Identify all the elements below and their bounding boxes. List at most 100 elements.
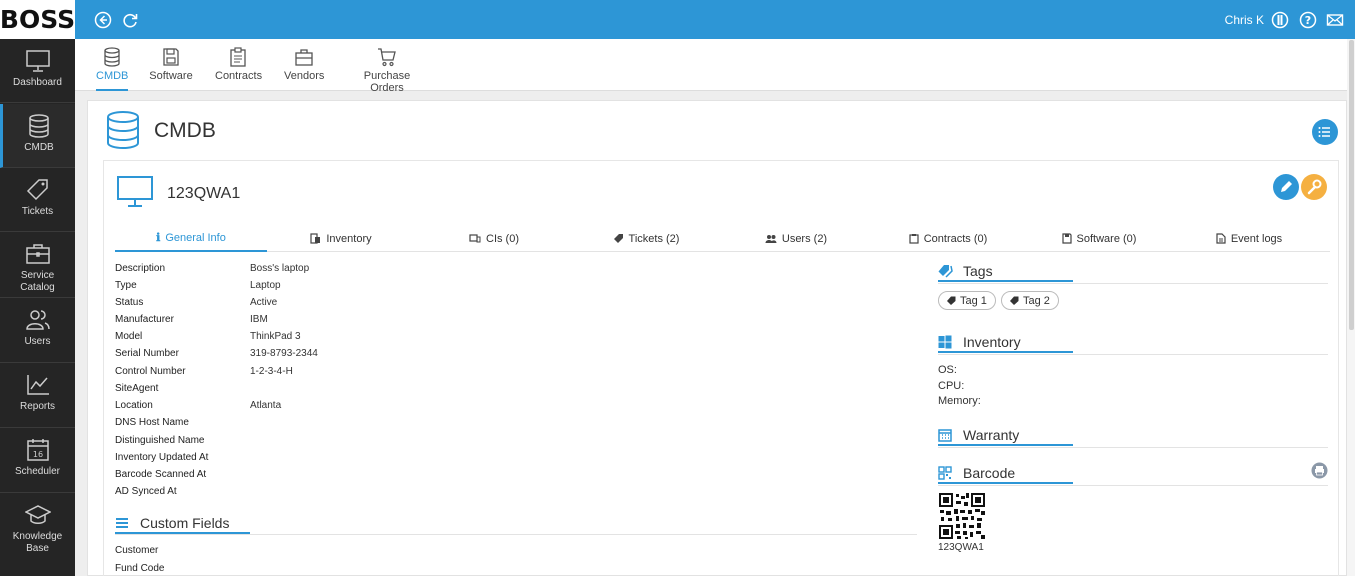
user-name[interactable]: Chris K bbox=[1225, 13, 1264, 27]
list-icon bbox=[1318, 127, 1330, 137]
field-row: Type Laptop bbox=[115, 280, 281, 291]
tags-divider bbox=[938, 283, 1328, 284]
field-row: Description Boss's laptop bbox=[115, 263, 310, 274]
graduation-cap-icon bbox=[24, 505, 51, 524]
content-area: CMDB 123QWA1 ℹ General Info Inventory CI… bbox=[87, 100, 1347, 576]
tab-event-logs[interactable]: Event logs bbox=[1213, 225, 1285, 252]
print-icon[interactable] bbox=[1311, 462, 1328, 479]
field-row: Manufacturer IBM bbox=[115, 314, 268, 325]
edit-button[interactable] bbox=[1273, 174, 1299, 200]
inventory-cpu: CPU: bbox=[938, 380, 965, 392]
sidebar-item-users[interactable]: Users bbox=[0, 298, 75, 363]
monitor-icon bbox=[117, 176, 153, 207]
barcode-divider bbox=[938, 485, 1328, 486]
refresh-icon[interactable] bbox=[121, 11, 139, 29]
inventory-icon bbox=[310, 233, 321, 244]
custom-fields-header: Custom Fields bbox=[115, 514, 250, 534]
windows-icon bbox=[938, 335, 952, 349]
tab-software[interactable]: Software (0) bbox=[1059, 225, 1139, 252]
cart-icon bbox=[378, 48, 396, 67]
document-icon bbox=[1216, 233, 1226, 244]
list-view-button[interactable] bbox=[1312, 119, 1338, 145]
qr-code-image bbox=[938, 492, 986, 540]
inventory-divider bbox=[938, 354, 1328, 355]
sidebar-item-tickets[interactable]: Tickets bbox=[0, 168, 75, 232]
tab-tickets[interactable]: Tickets (2) bbox=[608, 225, 684, 252]
field-row: Distinguished Name bbox=[115, 435, 205, 446]
tag-icon bbox=[1010, 296, 1019, 305]
calendar-icon: 16 bbox=[26, 439, 49, 461]
ci-name: 123QWA1 bbox=[167, 185, 241, 202]
barcode-header: Barcode bbox=[938, 464, 1073, 484]
tools-button[interactable] bbox=[1301, 174, 1327, 200]
field-row: Model ThinkPad 3 bbox=[115, 331, 301, 342]
tags-icon bbox=[938, 265, 953, 278]
module-tab-purchase-orders[interactable]: Purchase Orders bbox=[347, 39, 427, 94]
calendar-icon bbox=[938, 429, 952, 442]
barcode-label: 123QWA1 bbox=[938, 542, 984, 553]
tab-contracts[interactable]: Contracts (0) bbox=[907, 225, 989, 252]
svg-text:?: ? bbox=[1305, 14, 1311, 27]
tags-header: Tags bbox=[938, 262, 1073, 282]
sidebar-item-reports[interactable]: Reports bbox=[0, 363, 75, 428]
ci-panel: 123QWA1 ℹ General Info Inventory CIs (0) bbox=[103, 160, 1339, 576]
sidebar-item-cmdb[interactable]: CMDB bbox=[0, 104, 75, 168]
briefcase-icon bbox=[295, 49, 313, 66]
sidebar: Dashboard CMDB Tickets Service Catalog U… bbox=[0, 39, 75, 576]
warranty-divider bbox=[938, 447, 1328, 448]
tag-chip[interactable]: Tag 1 bbox=[938, 291, 996, 310]
field-row: Status Active bbox=[115, 297, 278, 308]
database-icon bbox=[107, 111, 139, 149]
warranty-header: Warranty bbox=[938, 426, 1073, 446]
lifebuoy-icon[interactable] bbox=[1271, 11, 1289, 29]
sidebar-item-scheduler[interactable]: 16 Scheduler bbox=[0, 428, 75, 493]
field-row: AD Synced At bbox=[115, 486, 177, 497]
boss-logo[interactable]: BOSS bbox=[0, 0, 75, 39]
tag-icon bbox=[613, 234, 623, 243]
field-row: Serial Number 319-8793-2344 bbox=[115, 348, 318, 359]
tab-general-info[interactable]: ℹ General Info bbox=[115, 225, 267, 252]
inventory-memory: Memory: bbox=[938, 395, 981, 407]
field-row: Location Atlanta bbox=[115, 400, 282, 411]
tag-icon bbox=[26, 179, 48, 201]
tab-inventory[interactable]: Inventory bbox=[301, 225, 381, 252]
database-icon bbox=[29, 114, 49, 138]
pencil-icon bbox=[1281, 181, 1292, 192]
ci-tabs: ℹ General Info Inventory CIs (0) Tickets… bbox=[115, 225, 1330, 252]
sidebar-item-dashboard[interactable]: Dashboard bbox=[0, 39, 75, 103]
tab-cis[interactable]: CIs (0) bbox=[463, 225, 525, 252]
mail-icon[interactable] bbox=[1326, 11, 1344, 29]
page-title: CMDB bbox=[154, 119, 216, 142]
devices-icon bbox=[469, 234, 481, 243]
custom-fields-divider bbox=[115, 534, 917, 535]
back-icon[interactable] bbox=[94, 11, 112, 29]
chart-icon bbox=[26, 375, 49, 395]
svg-text:16: 16 bbox=[32, 450, 42, 459]
inventory-os: OS: bbox=[938, 364, 957, 376]
help-icon[interactable]: ? bbox=[1299, 11, 1317, 29]
module-nav: CMDB Software Contracts Vendors Purchase… bbox=[75, 39, 1355, 94]
field-row: Fund Code bbox=[115, 563, 165, 574]
tag-chip[interactable]: Tag 2 bbox=[1001, 291, 1059, 310]
sidebar-item-knowledge-base[interactable]: Knowledge Base bbox=[0, 493, 75, 576]
menu-icon bbox=[116, 518, 128, 528]
page-scrollbar-thumb[interactable] bbox=[1349, 40, 1354, 330]
top-bar: BOSS Chris K ? bbox=[0, 0, 1355, 39]
tag-icon bbox=[947, 296, 956, 305]
field-row: Control Number 1-2-3-4-H bbox=[115, 366, 293, 377]
floppy-icon bbox=[1061, 233, 1072, 244]
module-tab-vendors[interactable]: Vendors bbox=[284, 39, 324, 91]
users-icon bbox=[765, 235, 777, 243]
clipboard-icon bbox=[230, 47, 246, 67]
module-tab-contracts[interactable]: Contracts bbox=[215, 39, 262, 91]
sidebar-item-service-catalog[interactable]: Service Catalog bbox=[0, 232, 75, 298]
field-row: DNS Host Name bbox=[115, 417, 189, 428]
module-tab-software[interactable]: Software bbox=[149, 39, 193, 91]
field-row: Barcode Scanned At bbox=[115, 469, 207, 480]
briefcase-icon bbox=[25, 244, 50, 264]
clipboard-icon bbox=[909, 234, 919, 244]
inventory-header: Inventory bbox=[938, 333, 1073, 353]
tab-users[interactable]: Users (2) bbox=[763, 225, 829, 252]
monitor-icon bbox=[25, 50, 50, 72]
module-tab-cmdb[interactable]: CMDB bbox=[96, 39, 128, 91]
